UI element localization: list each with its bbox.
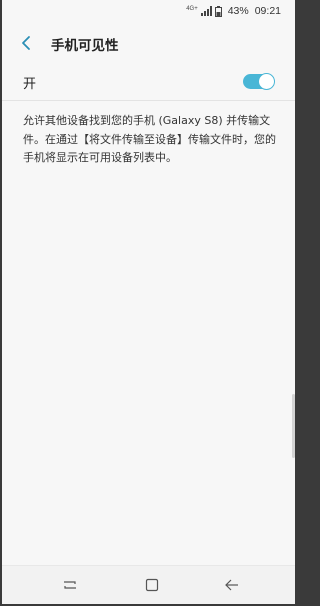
visibility-switch[interactable] (243, 73, 275, 90)
app-bar: 手机可见性 (2, 22, 295, 64)
recent-apps-button[interactable] (59, 575, 81, 595)
switch-thumb (258, 73, 275, 90)
status-bar: 4G+ 43% 09:21 (2, 0, 295, 22)
battery-icon (214, 5, 222, 17)
back-icon (225, 579, 238, 591)
edge-panel-handle[interactable] (292, 394, 295, 458)
recent-apps-icon (64, 581, 76, 589)
back-nav-button[interactable] (221, 575, 243, 595)
page-title: 手机可见性 (51, 38, 119, 54)
description-text: 允许其他设备找到您的手机 (Galaxy S8) 并传输文件。在通过【将文件传输… (23, 114, 276, 164)
status-icons: 4G+ 43% 09:21 (186, 5, 281, 17)
chevron-left-icon (22, 36, 30, 50)
signal-icon (200, 6, 212, 16)
network-type: 4G+ (186, 6, 198, 12)
battery-percent: 43% (227, 5, 249, 17)
home-icon (145, 578, 159, 592)
screen: 4G+ 43% 09:21 手机可见性 开 允许其他设备找到您的手机 (Gala… (2, 0, 295, 604)
navigation-bar (2, 565, 295, 604)
toggle-label: 开 (23, 77, 37, 92)
home-button[interactable] (141, 575, 163, 595)
visibility-toggle-row[interactable]: 开 (2, 64, 295, 101)
back-button[interactable] (16, 32, 38, 54)
clock: 09:21 (254, 5, 281, 17)
